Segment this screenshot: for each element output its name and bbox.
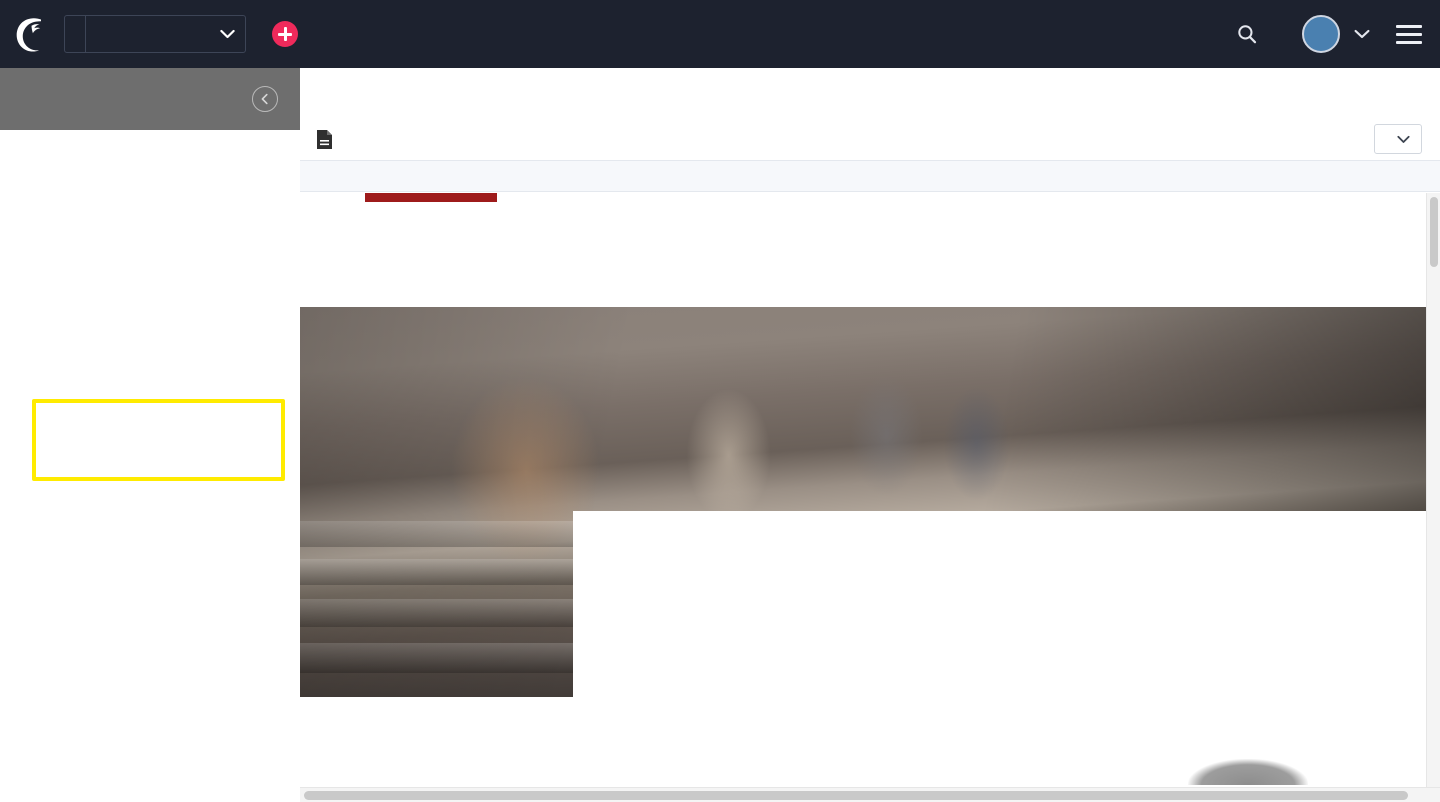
page-preview-frame[interactable]: [300, 193, 1440, 802]
chevron-down-icon: [220, 29, 235, 39]
cascade-crescent-logo-icon: [16, 18, 41, 52]
page-document-icon: [317, 129, 332, 149]
app-logo[interactable]: [0, 0, 62, 68]
preview-document: [300, 193, 1428, 785]
vertical-scrollbar-thumb[interactable]: [1430, 197, 1438, 267]
preview-top-accent-bar: [365, 193, 497, 202]
horizontal-scrollbar[interactable]: [300, 787, 1440, 802]
sidebar-header: [0, 68, 300, 130]
content-tree[interactable]: [0, 130, 300, 802]
page-title-bar: [300, 118, 1440, 160]
preview-site-header: [300, 202, 1428, 307]
site-selector[interactable]: [64, 15, 246, 53]
preview-decorative-arc: [1188, 759, 1308, 785]
hamburger-menu-icon[interactable]: [1396, 20, 1422, 49]
site-content-sidebar: [0, 68, 300, 802]
sidebar-collapse-button[interactable]: [252, 86, 278, 112]
search-icon: [1238, 25, 1257, 44]
plus-circle-icon: [272, 21, 298, 47]
top-bar-right-group: [1197, 15, 1440, 53]
avatar: [1302, 15, 1340, 53]
site-selector-value-box[interactable]: [85, 16, 245, 52]
main-panel: [300, 68, 1440, 802]
chevron-down-icon: [1354, 29, 1370, 39]
search-button[interactable]: [1237, 24, 1266, 44]
preview-content-card: [573, 511, 1428, 771]
page-action-toolbar: [300, 68, 1440, 118]
vertical-scrollbar[interactable]: [1426, 193, 1440, 802]
horizontal-scrollbar-thumb[interactable]: [304, 791, 1408, 800]
chevron-left-icon: [261, 93, 268, 105]
user-menu[interactable]: [1302, 15, 1370, 53]
breadcrumb: [300, 160, 1440, 192]
chevron-down-icon: [1397, 135, 1410, 143]
add-content-button[interactable]: [272, 21, 310, 47]
top-navigation-bar: [0, 0, 1440, 68]
output-format-select[interactable]: [1374, 124, 1422, 154]
